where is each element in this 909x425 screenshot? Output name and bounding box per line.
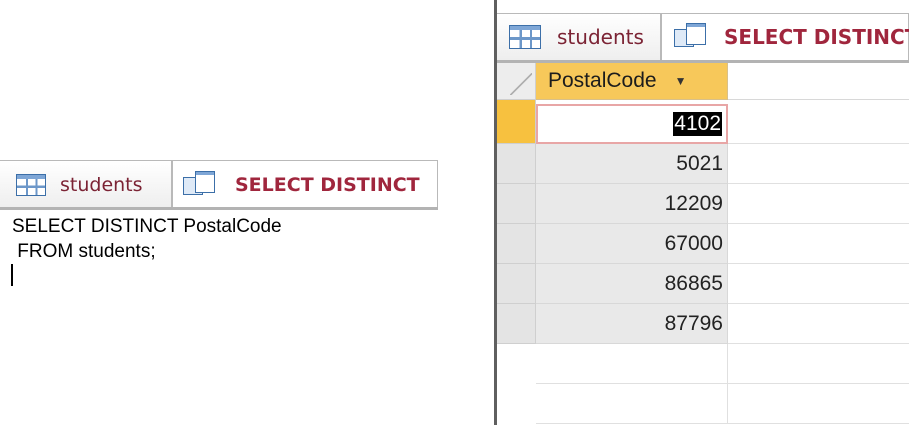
grid-filler [728,384,909,424]
header-filler [728,63,909,100]
grid-filler [728,184,909,224]
table-icon [509,25,541,49]
right-object-tabs: students SELECT DISTINCT [497,13,909,60]
text-caret [11,264,13,286]
record-selector[interactable] [497,304,536,344]
cell-value: 12209 [664,191,723,215]
table-cell[interactable]: 12209 [536,184,728,224]
column-header-postalcode[interactable]: PostalCode ▼ [536,63,728,100]
table-cell[interactable]: 4102 [536,104,728,144]
tab-select-distinct-label: SELECT DISTINCT [235,173,420,196]
record-selector[interactable] [497,144,536,184]
record-selector[interactable] [497,100,536,144]
empty-cell[interactable] [536,344,728,384]
dropdown-arrow-icon[interactable]: ▼ [675,74,687,88]
tab-students[interactable]: students [0,160,172,208]
table-icon [16,173,46,196]
record-selector[interactable] [497,184,536,224]
grid-filler [728,104,909,144]
grid-filler [728,344,909,384]
cell-value: 67000 [664,231,723,255]
tab-students[interactable]: students [497,13,661,60]
table-cell[interactable]: 86865 [536,264,728,304]
datasheet-panel: students SELECT DISTINCT PostalCode ▼ 41… [494,0,909,425]
cell-value: 86865 [664,271,723,295]
table-cell[interactable]: 5021 [536,144,728,184]
tab-select-distinct[interactable]: SELECT DISTINCT [172,160,438,208]
tab-select-distinct[interactable]: SELECT DISTINCT [661,13,909,60]
record-selector[interactable] [497,264,536,304]
grid-filler [728,224,909,264]
select-all-corner[interactable] [497,63,536,100]
column-header-label: PostalCode [548,69,657,92]
sql-editor[interactable]: SELECT DISTINCT PostalCode FROM students… [12,214,282,264]
table-cell[interactable]: 67000 [536,224,728,264]
tab-students-label: students [557,25,644,49]
query-icon [674,23,708,51]
grid-filler [728,144,909,184]
cell-value: 87796 [664,311,723,335]
cell-value: 5021 [676,151,723,175]
tab-divider [0,207,438,210]
empty-cell[interactable] [536,384,728,424]
cell-value: 4102 [673,112,722,136]
left-object-tabs: students SELECT DISTINCT [0,160,438,208]
grid-filler [728,304,909,344]
table-cell[interactable]: 87796 [536,304,728,344]
sql-line: SELECT DISTINCT PostalCode [12,216,282,237]
query-icon [183,170,217,199]
grid-filler [728,264,909,304]
sql-line: FROM students; [12,241,156,262]
record-selector[interactable] [497,224,536,264]
tab-select-distinct-label: SELECT DISTINCT [724,25,909,49]
tab-students-label: students [60,173,143,196]
datasheet-grid: PostalCode ▼ 4102 5021 12209 67000 86865… [497,63,909,425]
